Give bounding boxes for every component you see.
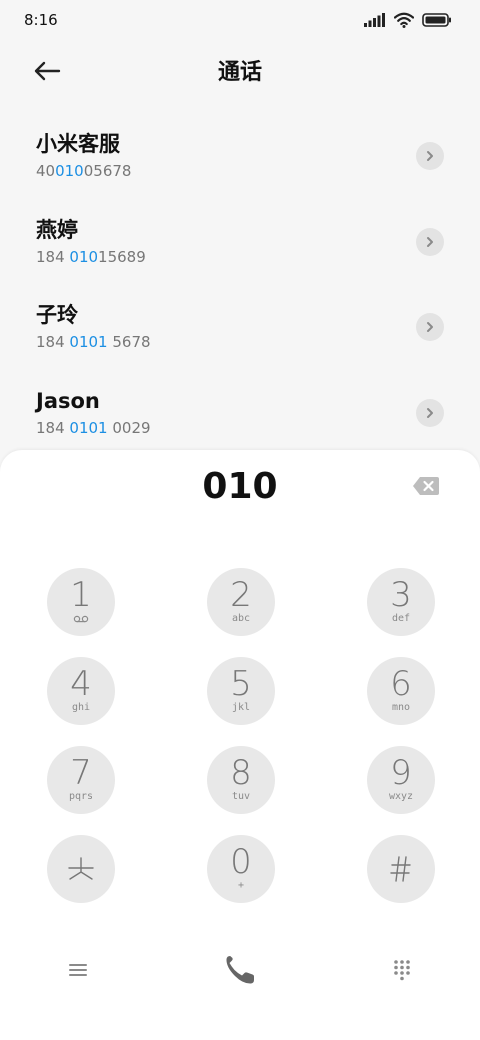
status-icons (364, 12, 452, 28)
contact-list: 小米客服 4001005678 燕婷 184 01015689 子玲 184 0… (0, 112, 480, 454)
battery-icon (422, 13, 451, 27)
key-letters: def (391, 613, 411, 624)
keypad-toggle-button[interactable] (382, 950, 422, 990)
key-digit: 4 (70, 664, 92, 704)
contact-name: 燕婷 (36, 217, 78, 242)
matched-digits: 010 (69, 247, 99, 266)
page-title: 通话 (217, 60, 262, 85)
key-digit: 6 (390, 664, 412, 704)
key-digit: 3 (390, 575, 412, 615)
contact-row[interactable]: 小米客服 4001005678 (0, 112, 480, 198)
chevron-right-icon (427, 236, 433, 247)
arrow-left-icon (34, 61, 61, 81)
phone-icon (226, 956, 254, 984)
key-letters: wxyz (388, 791, 414, 802)
key-letters: pqrs (68, 791, 94, 802)
contact-number: 184 0101 5678 (36, 333, 151, 351)
status-bar: 8:16 (0, 0, 480, 40)
status-time: 8:16 (24, 11, 58, 29)
key-5[interactable]: 5 jkl (207, 657, 275, 725)
key-digit: 2 (230, 575, 252, 615)
key-digit: 5 (230, 664, 252, 704)
contact-number: 184 01015689 (36, 247, 146, 266)
back-button[interactable] (30, 54, 64, 88)
contact-detail-button[interactable] (416, 142, 444, 170)
key-7[interactable]: 7 pqrs (47, 746, 115, 814)
backspace-button[interactable] (412, 475, 440, 497)
key-6[interactable]: 6 mno (367, 657, 435, 725)
matched-digits: 0101 (69, 333, 108, 351)
bottom-bar (0, 940, 480, 996)
key-digit: 9 (390, 753, 412, 793)
contact-name: Jason (36, 388, 100, 413)
dialer-panel: 010 1 2 abc 3 def 4 ghi 5 jkl 6 mno 7 pq… (0, 450, 480, 1040)
matched-digits: 0101 (69, 418, 108, 437)
contact-row[interactable]: 燕婷 184 01015689 (0, 198, 480, 284)
signal-icon (364, 13, 385, 27)
key-hash[interactable] (367, 835, 435, 903)
key-star[interactable] (47, 835, 115, 903)
key-8[interactable]: 8 tuv (207, 746, 275, 814)
key-digit: 7 (70, 753, 92, 793)
chevron-right-icon (427, 407, 433, 418)
keypad-icon (394, 960, 410, 981)
contact-number: 184 0101 0029 (36, 418, 151, 437)
key-letters: ghi (71, 702, 91, 713)
contact-detail-button[interactable] (416, 398, 444, 427)
key-3[interactable]: 3 def (367, 568, 435, 636)
key-digit: 1 (70, 575, 92, 615)
key-0[interactable]: 0 + (207, 835, 275, 903)
backspace-icon (413, 477, 439, 495)
chevron-right-icon (427, 151, 433, 161)
menu-icon (69, 964, 87, 976)
key-letters: abc (231, 613, 251, 624)
dial-input[interactable]: 010 (0, 464, 480, 510)
contact-row[interactable]: Jason 184 0101 0029 (0, 369, 480, 455)
call-button[interactable] (220, 950, 260, 990)
hash-icon (390, 856, 411, 882)
key-9[interactable]: 9 wxyz (367, 746, 435, 814)
contact-detail-button[interactable] (416, 227, 444, 256)
menu-button[interactable] (58, 950, 98, 990)
matched-digits: 010 (55, 162, 84, 180)
asterisk-icon (68, 857, 94, 880)
key-digit: 8 (230, 753, 252, 793)
contact-detail-button[interactable] (416, 313, 444, 341)
chevron-right-icon (427, 322, 433, 332)
header: 通话 (0, 48, 480, 92)
contact-row[interactable]: 子玲 184 0101 5678 (0, 283, 480, 369)
wifi-icon (394, 12, 414, 28)
contact-name: 子玲 (36, 303, 78, 327)
key-4[interactable]: 4 ghi (47, 657, 115, 725)
key-digit: 0 (230, 842, 252, 882)
contact-name: 小米客服 (36, 132, 120, 156)
key-1[interactable]: 1 (47, 568, 115, 636)
key-2[interactable]: 2 abc (207, 568, 275, 636)
voicemail-icon (73, 615, 89, 623)
contact-number: 4001005678 (36, 162, 132, 180)
key-letters: tuv (231, 791, 251, 802)
key-letters: jkl (231, 702, 251, 713)
key-letters: + (237, 880, 245, 891)
key-letters: mno (391, 702, 411, 713)
